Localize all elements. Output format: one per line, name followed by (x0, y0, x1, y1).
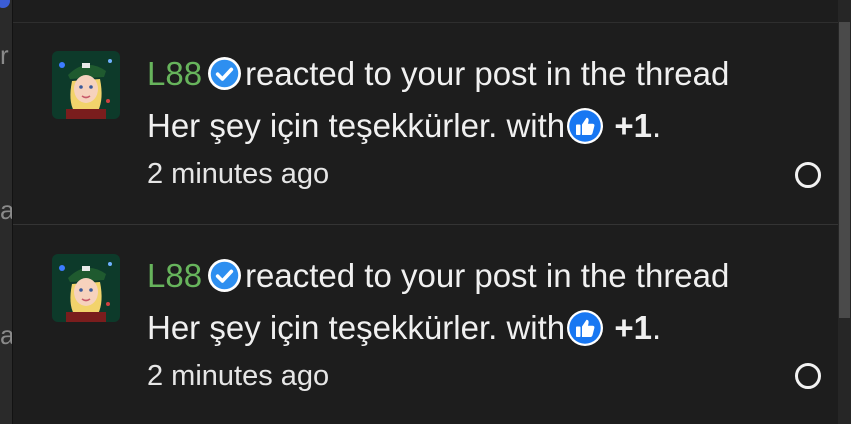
screen: r a a L88 reacted to your post in the th… (0, 0, 851, 424)
with-text: with (506, 107, 566, 144)
alerts-popup: L88 reacted to your post in the thread H… (12, 0, 851, 424)
mark-read-toggle[interactable] (795, 162, 821, 188)
avatar-image (52, 254, 120, 322)
background-text-fragment: r (0, 40, 9, 70)
sentence-end: . (651, 309, 662, 346)
sentence-end: . (651, 107, 662, 144)
reaction-label: +1 (614, 309, 652, 346)
thumbs-up-icon (567, 310, 604, 346)
thumbs-up-icon (567, 108, 604, 144)
alert-item[interactable]: L88 reacted to your post in the thread H… (13, 224, 839, 424)
avatar[interactable] (52, 254, 120, 322)
alert-content: L88 reacted to your post in the thread H… (147, 250, 839, 406)
thread-title-link[interactable]: Her şey için teşekkürler. (147, 107, 497, 144)
avatar[interactable] (52, 51, 120, 119)
thread-title-link[interactable]: Her şey için teşekkürler. (147, 309, 497, 346)
username-link[interactable]: L88 (147, 257, 202, 294)
reaction-label: +1 (614, 107, 652, 144)
alert-action-text: reacted to your post in the thread (245, 55, 730, 92)
alert-time: 2 minutes ago (147, 360, 330, 392)
avatar-image (52, 51, 120, 119)
username-link[interactable]: L88 (147, 55, 202, 92)
with-text: with (506, 309, 566, 346)
mark-read-toggle[interactable] (795, 363, 821, 389)
alert-line-1: L88 reacted to your post in the thread (147, 48, 839, 100)
verified-badge-icon (208, 259, 242, 292)
alert-action-text: reacted to your post in the thread (245, 257, 730, 294)
scrollbar-thumb[interactable] (839, 22, 850, 318)
scrollbar[interactable] (838, 0, 851, 424)
alert-line-2: Her şey için teşekkürler. with +1. (147, 302, 839, 354)
alert-line-1: L88 reacted to your post in the thread (147, 250, 839, 302)
alert-line-2: Her şey için teşekkürler. with +1. (147, 100, 839, 152)
background-badge-dot (0, 0, 10, 8)
verified-badge-icon (208, 57, 242, 90)
alert-content: L88 reacted to your post in the thread H… (147, 48, 839, 204)
alert-time: 2 minutes ago (147, 158, 330, 190)
alert-item[interactable]: L88 reacted to your post in the thread H… (13, 23, 839, 223)
